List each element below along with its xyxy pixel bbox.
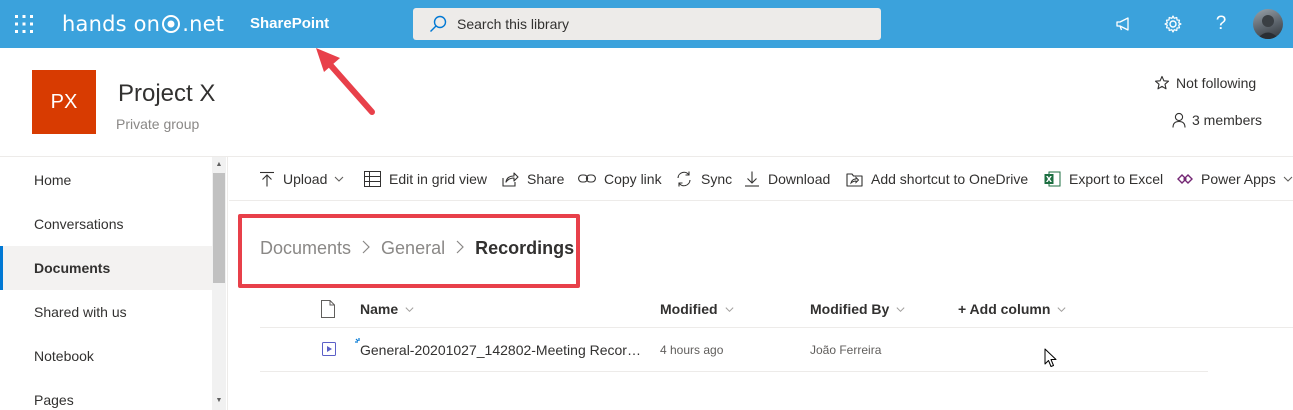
scroll-up-icon[interactable]: ▲ (214, 160, 224, 170)
video-file-icon (322, 342, 336, 356)
command-bar: Upload Edit in grid view Share Copy link (229, 157, 1293, 201)
brand-mark-icon (161, 14, 181, 34)
table-row[interactable]: General-20201027_142802-Meeting Recordin… (260, 329, 1208, 372)
site-logo[interactable]: PX (32, 70, 96, 134)
copy-link-button[interactable]: Copy link (578, 157, 662, 201)
members-button[interactable]: 3 members (1172, 112, 1262, 128)
nav-item-label: Conversations (34, 216, 124, 232)
copy-link-label: Copy link (604, 171, 662, 187)
annotation-highlight-box (238, 214, 580, 288)
app-launcher-icon[interactable] (14, 14, 34, 34)
file-type-icon[interactable] (320, 300, 336, 318)
svg-text:X: X (1046, 175, 1053, 184)
file-name-link[interactable]: General-20201027_142802-Meeting Recordin… (360, 342, 642, 358)
nav-item-label: Notebook (34, 348, 94, 364)
search-box[interactable] (413, 8, 881, 40)
suite-bar: hands on .net SharePoint ? (0, 0, 1293, 48)
brand-text-right: .net (182, 12, 225, 36)
excel-icon: X (1044, 171, 1061, 187)
chevron-down-icon (405, 306, 414, 312)
edit-grid-view-button[interactable]: Edit in grid view (364, 157, 487, 201)
column-header-modified[interactable]: Modified (660, 290, 735, 328)
column-modified-label: Modified (660, 301, 718, 317)
link-icon (578, 174, 596, 183)
list-header: Name Modified Modified By + Add column (260, 290, 1293, 328)
avatar[interactable] (1253, 9, 1283, 39)
nav-item-home[interactable]: Home (0, 158, 212, 202)
sharepoint-app-name[interactable]: SharePoint (250, 15, 329, 32)
upload-icon (260, 171, 274, 187)
nav-item-label: Pages (34, 392, 74, 408)
file-modified: 4 hours ago (660, 343, 724, 357)
nav-item-shared-with-us[interactable]: Shared with us (0, 290, 212, 334)
chevron-down-icon (1283, 176, 1293, 182)
export-excel-label: Export to Excel (1069, 171, 1164, 187)
add-column-button[interactable]: + Add column (958, 290, 1067, 328)
share-label: Share (527, 171, 565, 187)
nav-item-pages[interactable]: Pages (0, 378, 212, 410)
annotation-arrow-icon (316, 48, 375, 115)
power-apps-icon (1177, 174, 1193, 184)
sync-button[interactable]: Sync (675, 157, 732, 201)
follow-label: Not following (1176, 75, 1257, 91)
download-button[interactable]: Download (744, 157, 830, 201)
mouse-cursor-icon (1044, 348, 1057, 367)
left-navigation: Home Conversations Documents Shared with… (0, 157, 228, 410)
upload-button[interactable]: Upload (259, 157, 345, 201)
chevron-down-icon (334, 176, 344, 182)
megaphone-icon[interactable] (1114, 14, 1134, 34)
star-icon (1154, 75, 1170, 90)
nav-item-conversations[interactable]: Conversations (0, 202, 212, 246)
export-excel-button[interactable]: X Export to Excel (1044, 157, 1163, 201)
brand-logo[interactable]: hands on .net (62, 9, 224, 39)
sync-icon (677, 171, 691, 187)
nav-item-label: Home (34, 172, 72, 188)
nav-item-label: Documents (34, 260, 111, 276)
nav-scroll-thumb[interactable] (213, 173, 225, 283)
sync-label: Sync (701, 171, 733, 187)
download-label: Download (768, 171, 831, 187)
column-name-label: Name (360, 301, 399, 317)
scroll-down-icon[interactable]: ▼ (214, 396, 224, 406)
download-icon (745, 171, 759, 187)
nav-item-label: Shared with us (34, 304, 127, 320)
site-title[interactable]: Project X (118, 80, 215, 108)
help-icon[interactable]: ? (1211, 13, 1231, 34)
column-header-name[interactable]: Name (360, 290, 415, 328)
shortcut-icon (846, 173, 863, 187)
brand-text-left: hands on (62, 12, 161, 36)
nav-item-notebook[interactable]: Notebook (0, 334, 212, 378)
follow-button[interactable]: Not following (1154, 75, 1256, 91)
power-apps-label: Power Apps (1201, 171, 1276, 187)
grid-icon (364, 171, 381, 187)
file-modified-by[interactable]: João Ferreira (810, 343, 881, 357)
chevron-down-icon (896, 306, 905, 312)
gear-icon[interactable] (1163, 14, 1183, 34)
nav-item-documents[interactable]: Documents (0, 246, 212, 290)
search-input[interactable] (457, 16, 857, 32)
share-button[interactable]: Share (502, 157, 564, 201)
person-icon (1172, 112, 1186, 128)
upload-label: Upload (283, 171, 328, 187)
share-icon (502, 172, 519, 187)
chevron-down-icon (1057, 306, 1066, 312)
site-logo-text: PX (50, 90, 78, 113)
column-header-modified-by[interactable]: Modified By (810, 290, 906, 328)
search-icon (430, 15, 447, 32)
site-subtitle: Private group (116, 116, 200, 132)
edit-grid-view-label: Edit in grid view (389, 171, 488, 187)
power-apps-button[interactable]: Power Apps (1177, 157, 1293, 201)
add-column-label: + Add column (958, 301, 1051, 317)
add-shortcut-button[interactable]: Add shortcut to OneDrive (846, 157, 1028, 201)
chevron-down-icon (725, 306, 734, 312)
add-shortcut-label: Add shortcut to OneDrive (871, 171, 1029, 187)
members-label: 3 members (1192, 112, 1263, 128)
column-modified-by-label: Modified By (810, 301, 890, 317)
